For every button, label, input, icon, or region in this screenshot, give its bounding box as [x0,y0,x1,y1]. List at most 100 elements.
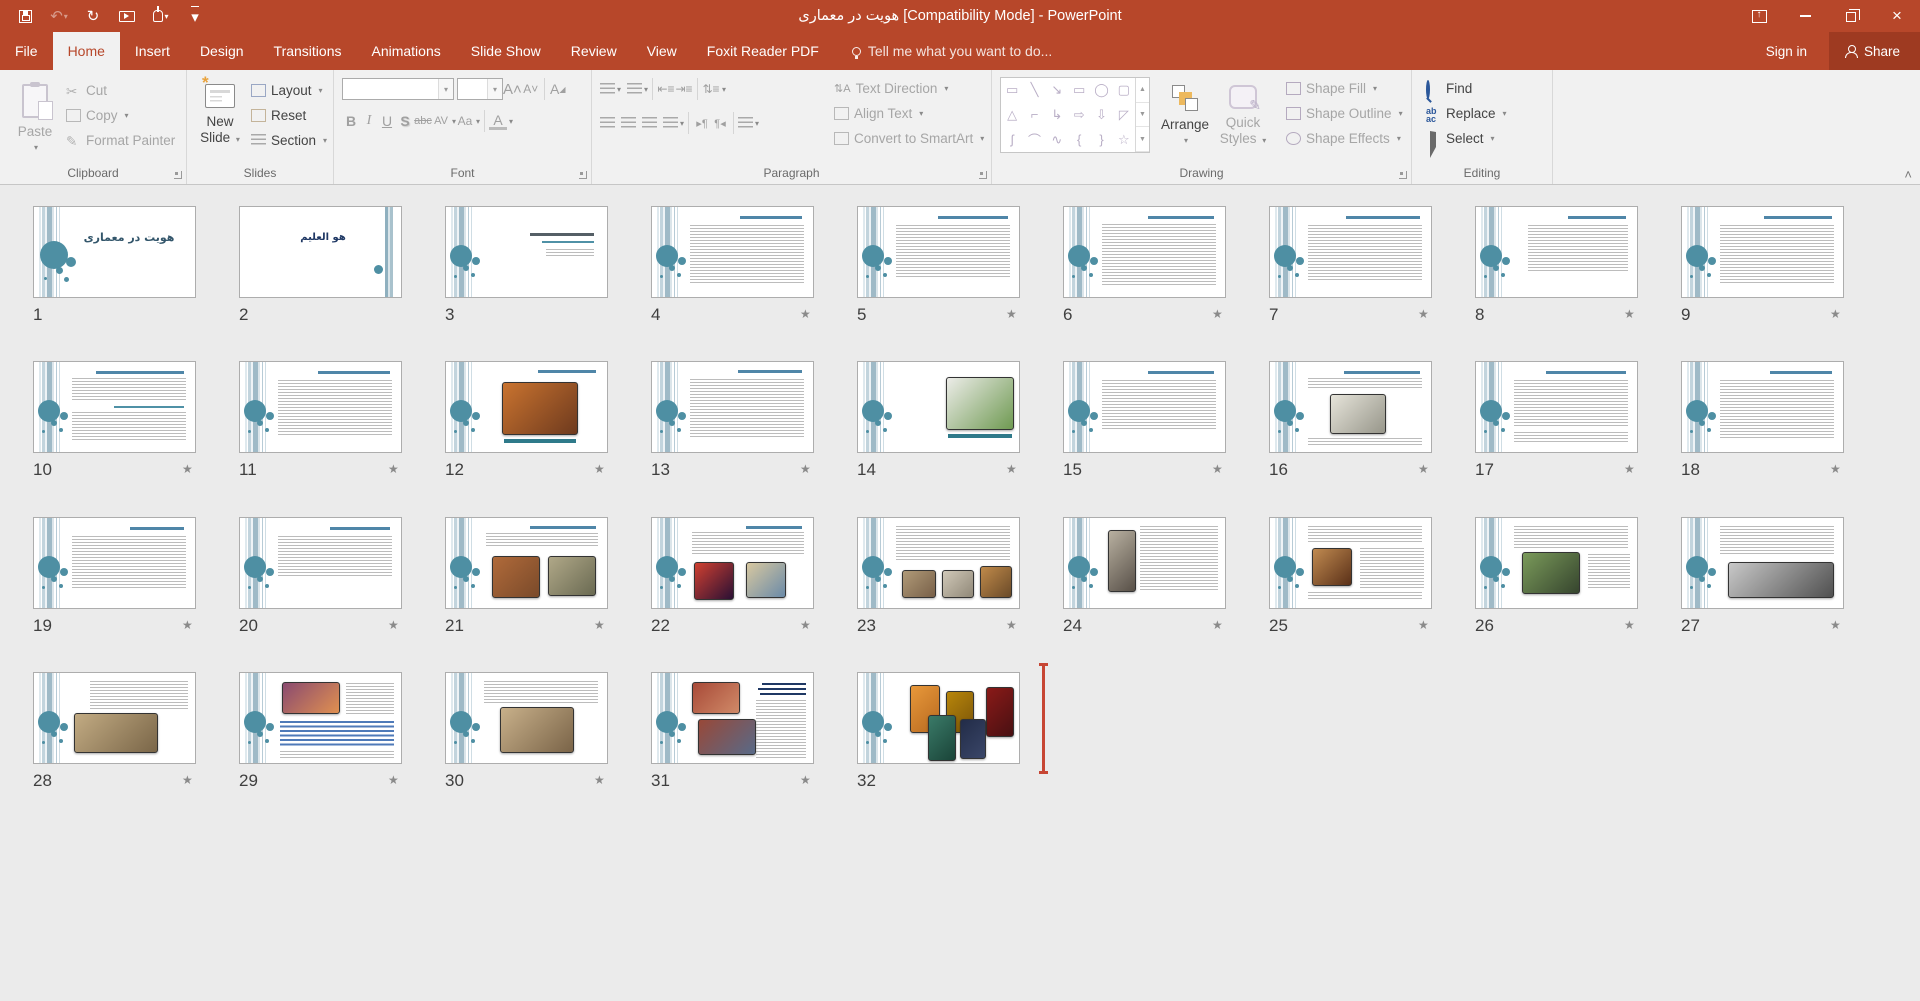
tab-file[interactable]: File [0,32,53,70]
slide-thumbnail-23[interactable] [857,517,1020,609]
transition-star-icon[interactable]: ★ [594,773,605,787]
right-arrow-shape-icon[interactable]: ⇨ [1074,107,1085,123]
slide-thumbnail-4[interactable] [651,206,814,298]
elbow-connector-shape-icon[interactable]: ⌐ [1031,107,1039,122]
text-shadow-button[interactable]: S [396,110,414,132]
clipboard-dialog-launcher[interactable] [174,171,182,179]
touch-mouse-mode-button[interactable]: ▾ [146,2,176,30]
arrow-shape-icon[interactable]: ↘ [1051,82,1062,98]
slide-thumbnail-30[interactable] [445,672,608,764]
slide-thumbnail-9[interactable] [1681,206,1844,298]
slide-thumbnail-8[interactable] [1475,206,1638,298]
freeform-shape-icon[interactable]: ʃ [1011,132,1014,147]
slide-thumbnail-1[interactable]: هویت در معماری [33,206,196,298]
slide-thumbnail-18[interactable] [1681,361,1844,453]
slide-thumbnail-21[interactable] [445,517,608,609]
redo-button[interactable]: ↻ [78,2,108,30]
character-spacing-button[interactable]: AV [432,110,450,132]
slide-thumbnail-16[interactable] [1269,361,1432,453]
left-brace-shape-icon[interactable]: { [1077,132,1081,147]
align-left-button[interactable] [600,117,615,130]
transition-star-icon[interactable]: ★ [1624,462,1635,476]
text-direction-button[interactable]: ⇅AText Direction▾ [830,76,988,101]
justify-button[interactable] [663,117,678,130]
sign-in-link[interactable]: Sign in [1766,44,1807,59]
reset-button[interactable]: Reset [247,103,331,128]
text-box-shape-icon[interactable]: ▭ [1006,82,1018,98]
slide-thumbnail-12[interactable] [445,361,608,453]
down-arrow-shape-icon[interactable]: ⇩ [1096,107,1107,123]
section-button[interactable]: Section▾ [247,128,331,153]
find-button[interactable]: Find [1422,76,1552,101]
increase-font-size-button[interactable]: A˄ [503,78,522,100]
font-color-button[interactable]: A [489,112,507,130]
slide-thumbnail-11[interactable] [239,361,402,453]
copy-button[interactable]: Copy▾ [62,103,179,128]
transition-star-icon[interactable]: ★ [1830,462,1841,476]
slide-thumbnail-15[interactable] [1063,361,1226,453]
font-size-combobox[interactable]: ▾ [457,78,503,100]
oval-shape-icon[interactable]: ◯ [1094,82,1109,98]
transition-star-icon[interactable]: ★ [1830,618,1841,632]
transition-star-icon[interactable]: ★ [594,618,605,632]
undo-button[interactable]: ↶▾ [44,2,74,30]
transition-star-icon[interactable]: ★ [182,618,193,632]
elbow-arrow-shape-icon[interactable]: ↳ [1051,107,1062,123]
slide-thumbnail-20[interactable] [239,517,402,609]
line-shape-icon[interactable]: ╲ [1031,82,1039,98]
slide-thumbnail-31[interactable] [651,672,814,764]
slide-thumbnail-29[interactable] [239,672,402,764]
new-slide-button[interactable]: * New Slide ▾ [193,76,247,162]
tell-me-box[interactable]: Tell me what you want to do... [852,32,1052,70]
italic-button[interactable]: I [360,110,378,132]
transition-star-icon[interactable]: ★ [800,773,811,787]
arrange-button[interactable]: Arrange ▾ [1158,77,1212,163]
ltr-direction-button[interactable]: ▸¶ [693,112,711,134]
transition-star-icon[interactable]: ★ [1830,307,1841,321]
close-button[interactable]: × [1874,0,1920,32]
transition-star-icon[interactable]: ★ [1006,618,1017,632]
align-text-button[interactable]: Align Text▾ [830,101,988,126]
restore-button[interactable] [1828,0,1874,32]
shape-effects-button[interactable]: Shape Effects▾ [1282,126,1407,151]
layout-button[interactable]: Layout▾ [247,78,331,103]
transition-star-icon[interactable]: ★ [1006,462,1017,476]
tab-animations[interactable]: Animations [356,32,455,70]
quick-styles-button[interactable]: Quick Styles ▾ [1216,77,1270,163]
shape-outline-button[interactable]: Shape Outline▾ [1282,101,1407,126]
tab-view[interactable]: View [632,32,692,70]
save-button[interactable] [10,2,40,30]
align-center-button[interactable] [621,117,636,130]
bold-button[interactable]: B [342,110,360,132]
columns-button[interactable] [738,117,753,130]
shapes-scroll-up-button[interactable]: ▲ [1136,78,1149,103]
share-button[interactable]: Share [1829,32,1920,70]
right-brace-shape-icon[interactable]: } [1099,132,1103,147]
replace-button[interactable]: abacReplace▾ [1422,101,1552,126]
underline-button[interactable]: U [378,110,396,132]
font-name-combobox[interactable]: ▾ [342,78,454,100]
convert-to-smartart-button[interactable]: Convert to SmartArt▾ [830,126,988,151]
font-dialog-launcher[interactable] [579,171,587,179]
tab-review[interactable]: Review [556,32,632,70]
decrease-indent-button[interactable]: ⇤≡ [657,78,675,100]
slide-thumbnail-5[interactable] [857,206,1020,298]
transition-star-icon[interactable]: ★ [1006,307,1017,321]
slide-thumbnail-25[interactable] [1269,517,1432,609]
rounded-rectangle-shape-icon[interactable]: ▢ [1118,82,1130,98]
slide-thumbnail-17[interactable] [1475,361,1638,453]
transition-star-icon[interactable]: ★ [1624,618,1635,632]
rtl-direction-button[interactable]: ¶◂ [711,112,729,134]
shape-fill-button[interactable]: Shape Fill▾ [1282,76,1407,101]
transition-star-icon[interactable]: ★ [1212,618,1223,632]
format-painter-button[interactable]: ✎Format Painter [62,128,179,153]
snip-corner-shape-icon[interactable]: ◸ [1119,107,1129,123]
transition-star-icon[interactable]: ★ [182,773,193,787]
ribbon-display-options-button[interactable] [1736,0,1782,32]
arc-shape-icon[interactable]: ⌒ [1028,130,1041,149]
transition-star-icon[interactable]: ★ [1418,462,1429,476]
line-spacing-button[interactable]: ⇅≡ [702,78,720,100]
slide-thumbnail-19[interactable] [33,517,196,609]
transition-star-icon[interactable]: ★ [800,618,811,632]
rectangle-shape-icon[interactable]: ▭ [1073,82,1085,98]
